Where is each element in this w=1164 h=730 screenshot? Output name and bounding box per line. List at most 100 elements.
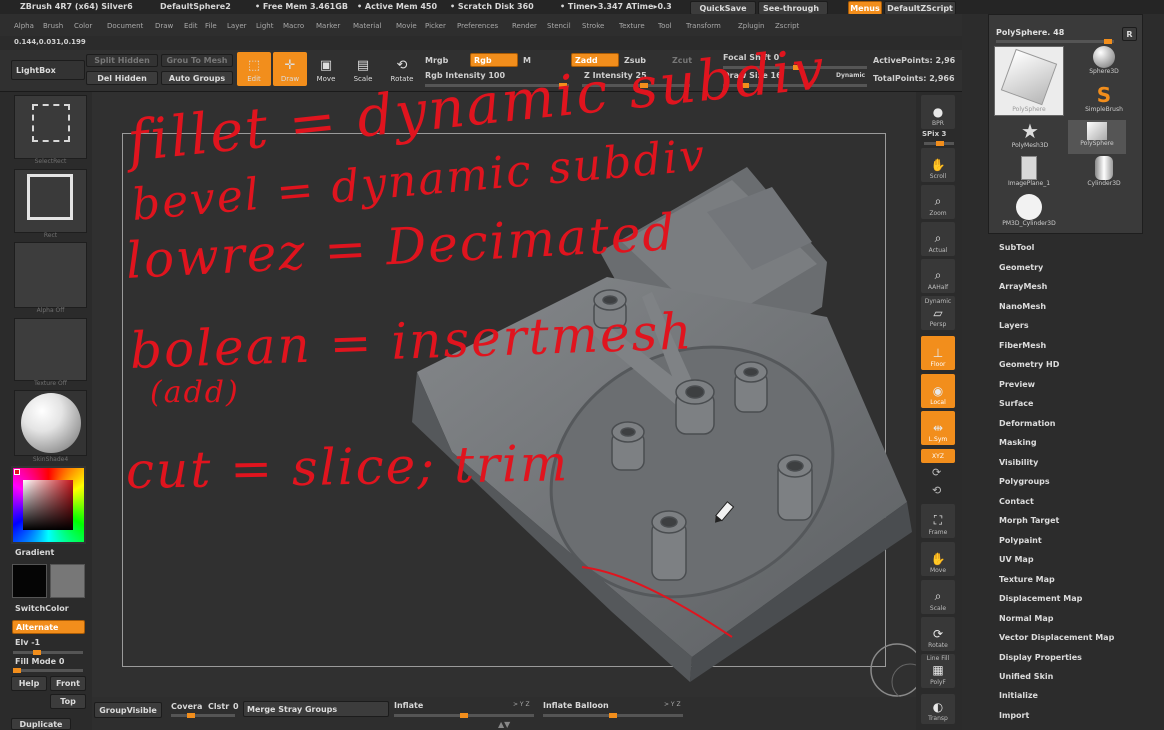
- menu-surface[interactable]: Surface: [999, 399, 1033, 408]
- menu-layer[interactable]: Layer: [227, 22, 247, 30]
- see-through-slider[interactable]: See-through 0: [758, 1, 828, 15]
- polyf-button[interactable]: Line Fill ▦ PolyF: [921, 654, 955, 688]
- menu-tool[interactable]: Tool: [658, 22, 672, 30]
- menu-edit[interactable]: Edit: [184, 22, 198, 30]
- split-hidden-button[interactable]: Split Hidden: [86, 54, 158, 67]
- menu-unified-skin[interactable]: Unified Skin: [999, 672, 1053, 681]
- aahalf-button[interactable]: ⌕ AAHalf: [921, 259, 955, 293]
- menu-preferences[interactable]: Preferences: [457, 22, 498, 30]
- texture-thumb[interactable]: [14, 318, 87, 381]
- local-button[interactable]: ◉ Local: [921, 374, 955, 408]
- fill-mode-slider[interactable]: Fill Mode 0: [15, 657, 64, 666]
- tool-count-slider[interactable]: [996, 39, 1114, 44]
- tool-thumb-pm3d-cylinder[interactable]: PM3D_Cylinder3D: [994, 194, 1064, 230]
- m-button[interactable]: M: [523, 56, 531, 65]
- menu-fibermesh[interactable]: FiberMesh: [999, 341, 1046, 350]
- group-visible-button[interactable]: GroupVisible: [94, 702, 162, 718]
- rotate-z-icon[interactable]: ⟲: [932, 484, 941, 497]
- menu-layers[interactable]: Layers: [999, 321, 1029, 330]
- coverage-slider[interactable]: Covera: [171, 702, 202, 711]
- switch-color-button[interactable]: SwitchColor: [15, 604, 69, 613]
- select-rect-brush-thumb[interactable]: [14, 95, 87, 159]
- merge-stray-groups-button[interactable]: Merge Stray Groups: [243, 701, 389, 717]
- menu-vector-displacement-map[interactable]: Vector Displacement Map: [999, 633, 1114, 642]
- menu-displacement-map[interactable]: Displacement Map: [999, 594, 1082, 603]
- inflate-slider[interactable]: [394, 713, 534, 718]
- menu-uv-map[interactable]: UV Map: [999, 555, 1034, 564]
- alpha-thumb[interactable]: [14, 242, 87, 308]
- menu-import[interactable]: Import: [999, 711, 1029, 720]
- default-zscript-button[interactable]: DefaultZScript: [884, 1, 956, 15]
- mrgb-button[interactable]: Mrgb: [425, 56, 448, 65]
- menu-document[interactable]: Document: [107, 22, 143, 30]
- help-button[interactable]: Help: [11, 676, 47, 691]
- menu-color[interactable]: Color: [74, 22, 92, 30]
- gradient-label[interactable]: Gradient: [15, 548, 54, 557]
- inflate-axis-toggles[interactable]: > Y Z: [513, 701, 530, 708]
- menu-picker[interactable]: Picker: [425, 22, 446, 30]
- spix-slider[interactable]: SPix 3: [922, 130, 946, 138]
- menu-morph-target[interactable]: Morph Target: [999, 516, 1059, 525]
- tool-thumb-polymesh3d[interactable]: ★ PolyMesh3D: [1004, 120, 1056, 154]
- menu-alpha[interactable]: Alpha: [14, 22, 34, 30]
- frame-button[interactable]: ⛶ Frame: [921, 504, 955, 538]
- edit-mode-button[interactable]: ⬚ Edit: [237, 52, 271, 86]
- menu-macro[interactable]: Macro: [283, 22, 304, 30]
- menu-stencil[interactable]: Stencil: [547, 22, 571, 30]
- menu-zscript[interactable]: Zscript: [775, 22, 799, 30]
- scale-mode-button[interactable]: ▤ Scale: [346, 52, 380, 86]
- main-color-swatch[interactable]: [12, 564, 47, 598]
- front-button[interactable]: Front: [50, 676, 86, 691]
- coverage-slider-track[interactable]: [171, 713, 235, 718]
- move-mode-button[interactable]: ▣ Move: [309, 52, 343, 86]
- menu-subtool[interactable]: SubTool: [999, 243, 1034, 252]
- menus-button[interactable]: Menus: [848, 1, 882, 15]
- zoom-button[interactable]: ⌕ Zoom: [921, 185, 955, 219]
- menu-initialize[interactable]: Initialize: [999, 691, 1038, 700]
- spix-slider-track[interactable]: [924, 141, 954, 146]
- tool-thumb-polysphere[interactable]: PolySphere: [1068, 120, 1126, 154]
- menu-movie[interactable]: Movie: [396, 22, 417, 30]
- menu-visibility[interactable]: Visibility: [999, 458, 1038, 467]
- menu-transform[interactable]: Transform: [686, 22, 721, 30]
- menu-material[interactable]: Material: [353, 22, 381, 30]
- tool-thumb-imageplane[interactable]: ImagePlane_1: [1000, 156, 1058, 192]
- rgb-button[interactable]: Rgb: [470, 53, 518, 67]
- secondary-color-swatch[interactable]: [50, 564, 85, 598]
- menu-preview[interactable]: Preview: [999, 380, 1035, 389]
- groups-split-button[interactable]: Grou To Mesh: [161, 54, 233, 67]
- menu-nanomesh[interactable]: NanoMesh: [999, 302, 1046, 311]
- dynamic-toggle[interactable]: Dynamic: [836, 72, 865, 79]
- tool-thumb-cylinder3d[interactable]: Cylinder3D: [1078, 156, 1130, 192]
- alternate-button[interactable]: Alternate: [12, 620, 85, 634]
- floor-button[interactable]: ⊥ Floor: [921, 336, 955, 370]
- menu-deformation[interactable]: Deformation: [999, 419, 1055, 428]
- inflate-balloon-axis-toggles[interactable]: > Y Z: [664, 701, 681, 708]
- persp-button[interactable]: Dynamic ▱ Persp: [921, 296, 955, 330]
- tool-thumb-current[interactable]: PolySphere: [994, 46, 1064, 116]
- lightbox-button[interactable]: LightBox: [11, 60, 85, 80]
- menu-masking[interactable]: Masking: [999, 438, 1037, 447]
- del-hidden-button[interactable]: Del Hidden: [86, 71, 158, 85]
- actual-button[interactable]: ⌕ Actual: [921, 222, 955, 256]
- quicksave-button[interactable]: QuickSave: [690, 1, 756, 15]
- menu-geometry[interactable]: Geometry: [999, 263, 1043, 272]
- rotate-y-icon[interactable]: ⟳: [932, 466, 941, 479]
- elv-slider[interactable]: Elv -1: [15, 638, 40, 647]
- menu-texture[interactable]: Texture: [619, 22, 645, 30]
- menu-texture-map[interactable]: Texture Map: [999, 575, 1055, 584]
- fill-mode-slider-track[interactable]: [13, 668, 83, 673]
- expand-tray-arrows-icon[interactable]: ▲▼: [498, 720, 510, 729]
- menu-brush[interactable]: Brush: [43, 22, 63, 30]
- menu-arraymesh[interactable]: ArrayMesh: [999, 282, 1047, 291]
- bpr-button[interactable]: ● BPR: [921, 95, 955, 129]
- top-button[interactable]: Top: [50, 694, 86, 709]
- material-thumb[interactable]: [14, 390, 87, 456]
- tool-thumb-simplebrush[interactable]: S SimpleBrush: [1080, 84, 1128, 118]
- scroll-button[interactable]: ✋ Scroll: [921, 148, 955, 182]
- menu-draw[interactable]: Draw: [155, 22, 173, 30]
- menu-contact[interactable]: Contact: [999, 497, 1034, 506]
- menu-render[interactable]: Render: [512, 22, 537, 30]
- menu-polygroups[interactable]: Polygroups: [999, 477, 1050, 486]
- color-saturation-square[interactable]: [23, 480, 73, 530]
